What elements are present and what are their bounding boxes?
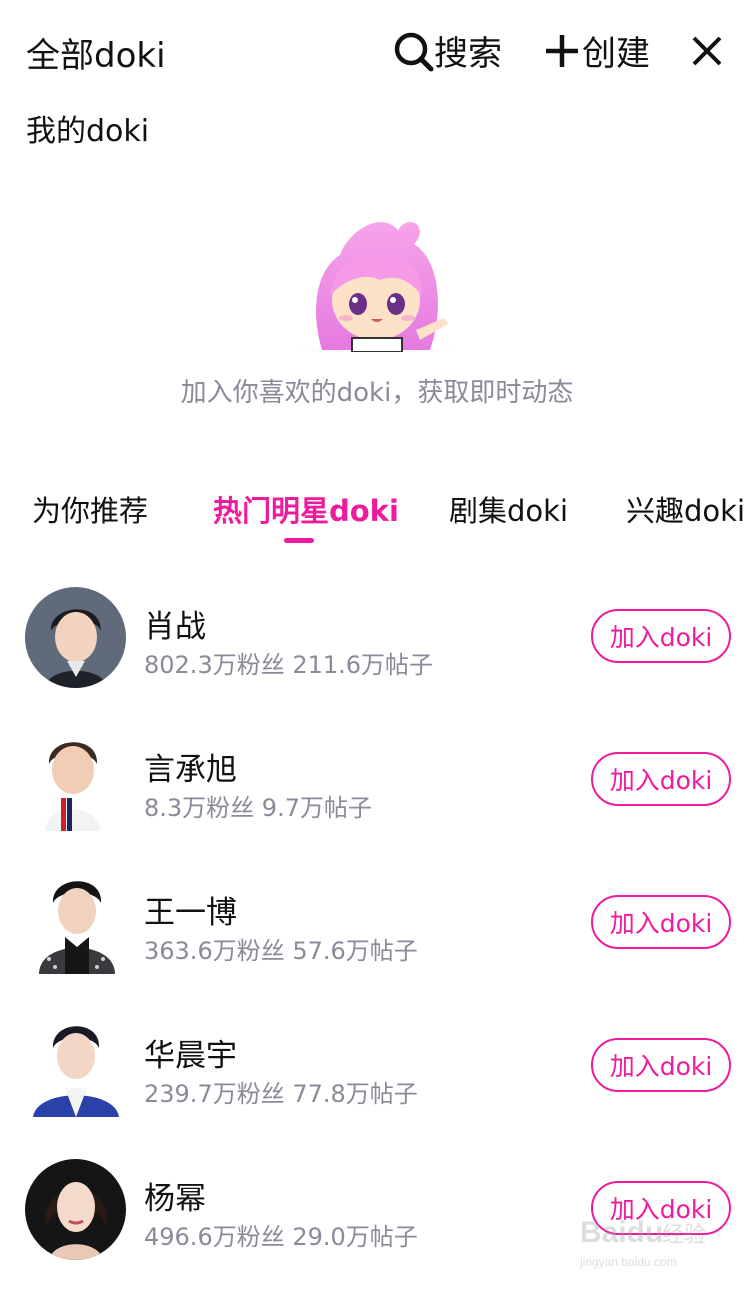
top-bar: 全部doki 搜索 创建: [0, 0, 754, 100]
star-stats: 239.7万粉丝 77.8万帖子: [144, 1080, 418, 1108]
avatar: [25, 873, 126, 974]
close-icon: [690, 34, 724, 68]
search-label: 搜索: [434, 34, 502, 74]
close-button[interactable]: [690, 34, 724, 68]
doki-mascot-illustration: [230, 200, 524, 352]
plus-icon: [542, 29, 582, 73]
tab-series[interactable]: 剧集doki: [449, 488, 568, 530]
avatar: [25, 587, 126, 688]
join-doki-button[interactable]: 加入doki: [591, 895, 731, 949]
star-name: 言承旭: [144, 752, 237, 788]
search-button[interactable]: 搜索: [394, 26, 502, 75]
avatar: [25, 1016, 126, 1117]
star-stats: 496.6万粉丝 29.0万帖子: [144, 1223, 418, 1251]
avatar: [25, 730, 126, 831]
star-name: 杨幂: [144, 1181, 206, 1217]
star-row[interactable]: 肖战 802.3万粉丝 211.6万帖子 加入doki: [0, 587, 754, 697]
star-stats: 802.3万粉丝 211.6万帖子: [144, 651, 434, 679]
star-name: 华晨宇: [144, 1038, 237, 1074]
tab-recommended[interactable]: 为你推荐: [32, 488, 148, 530]
star-row[interactable]: 王一博 363.6万粉丝 57.6万帖子 加入doki: [0, 873, 754, 983]
svg-text:Baidu: Baidu: [580, 1216, 663, 1249]
join-doki-button[interactable]: 加入doki: [591, 1038, 731, 1092]
empty-state-hint: 加入你喜欢的doki，获取即时动态: [180, 378, 574, 408]
star-stats: 8.3万粉丝 9.7万帖子: [144, 794, 372, 822]
avatar: [25, 1159, 126, 1260]
create-button[interactable]: 创建: [542, 26, 650, 75]
search-icon: [394, 29, 434, 73]
my-doki-label: 我的doki: [26, 114, 150, 149]
baidu-watermark-logo: Baidu 经验 jingyan.baidu.com: [578, 1198, 718, 1274]
active-tab-indicator: [284, 538, 314, 543]
star-row[interactable]: 言承旭 8.3万粉丝 9.7万帖子 加入doki: [0, 730, 754, 840]
join-doki-button[interactable]: 加入doki: [591, 752, 731, 806]
svg-text:jingyan.baidu.com: jingyan.baidu.com: [579, 1255, 677, 1269]
star-stats: 363.6万粉丝 57.6万帖子: [144, 937, 418, 965]
svg-text:经验: 经验: [662, 1223, 706, 1248]
page-title: 全部doki: [26, 36, 166, 76]
star-name: 王一博: [144, 895, 237, 931]
star-name: 肖战: [144, 609, 206, 645]
join-doki-button[interactable]: 加入doki: [591, 609, 731, 663]
tab-hot-stars[interactable]: 热门明星doki: [213, 488, 399, 530]
star-row[interactable]: 华晨宇 239.7万粉丝 77.8万帖子 加入doki: [0, 1016, 754, 1126]
create-label: 创建: [582, 34, 650, 74]
category-tabs: 为你推荐 热门明星doki 剧集doki 兴趣doki: [0, 488, 754, 548]
tab-interest[interactable]: 兴趣doki: [626, 488, 745, 530]
